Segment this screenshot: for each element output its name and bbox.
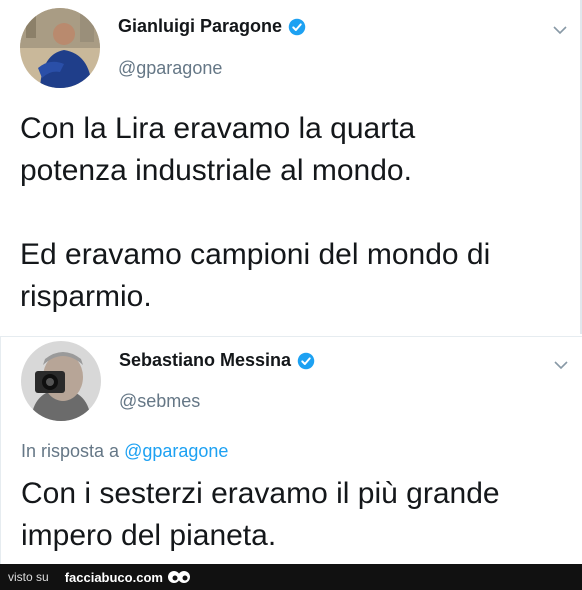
reply-prefix: In risposta a bbox=[21, 441, 125, 461]
avatar-paragone[interactable] bbox=[20, 8, 100, 88]
author-handle[interactable]: @sebmes bbox=[119, 391, 200, 412]
tweet-text-line: Con la Lira eravamo la quarta bbox=[20, 112, 416, 145]
chevron-down-icon[interactable] bbox=[553, 357, 569, 373]
tweet-card-messina[interactable]: Sebastiano Messina @sebmes In risposta a… bbox=[0, 336, 582, 564]
verified-badge-icon bbox=[297, 352, 315, 370]
facciabuco-eyes-logo bbox=[167, 569, 191, 585]
author-handle[interactable]: @gparagone bbox=[118, 58, 222, 79]
tweet-text-line: impero del pianeta. bbox=[21, 519, 277, 552]
tweet-text-line: Con i sesterzi eravamo il più grande bbox=[21, 477, 500, 510]
watermark-site[interactable]: facciabuco.com bbox=[65, 570, 163, 585]
chevron-down-icon[interactable] bbox=[552, 22, 568, 38]
verified-badge-icon bbox=[288, 18, 306, 36]
watermark-bar: visto su facciabuco.com bbox=[0, 564, 582, 590]
author-name[interactable]: Gianluigi Paragone bbox=[118, 16, 282, 37]
reply-mention-link[interactable]: @gparagone bbox=[124, 441, 228, 461]
tweet-text-line: risparmio. bbox=[20, 280, 152, 313]
tweet-text-line: Ed eravamo campioni del mondo di bbox=[20, 238, 491, 271]
reply-to-line: In risposta a @gparagone bbox=[21, 441, 228, 462]
tweet-card-paragone[interactable]: Gianluigi Paragone @gparagone Con la Lir… bbox=[0, 0, 582, 334]
avatar-messina[interactable] bbox=[21, 341, 101, 421]
watermark-prefix: visto su bbox=[8, 570, 49, 584]
tweet-text-line: potenza industriale al mondo. bbox=[20, 154, 412, 187]
author-name[interactable]: Sebastiano Messina bbox=[119, 350, 291, 371]
